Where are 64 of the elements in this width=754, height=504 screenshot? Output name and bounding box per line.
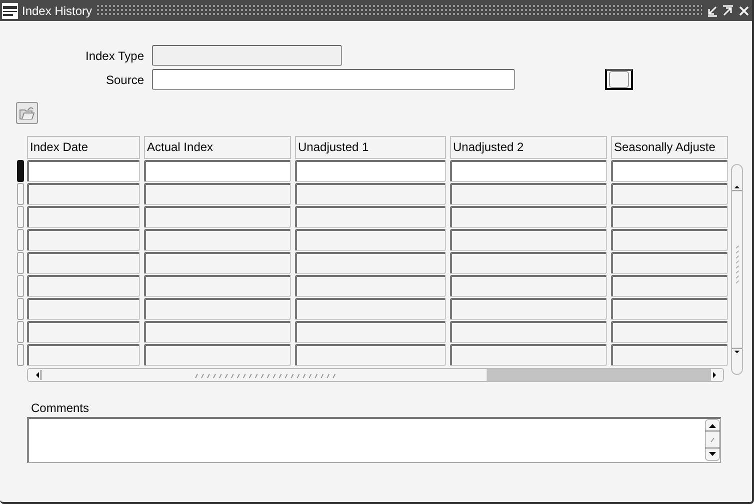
- field-label: Index Type: [84, 48, 144, 62]
- comments-field[interactable]: [27, 417, 721, 463]
- table-cell[interactable]: [611, 252, 728, 274]
- table-cell[interactable]: [144, 229, 291, 251]
- table-cell[interactable]: [295, 183, 446, 205]
- table-cell[interactable]: [450, 298, 607, 320]
- checkbox[interactable]: [605, 69, 633, 90]
- table-cell[interactable]: [27, 321, 140, 343]
- table-cell[interactable]: [450, 252, 607, 274]
- table-cell[interactable]: [295, 229, 446, 251]
- table-cell[interactable]: [450, 229, 607, 251]
- field-label: Source: [104, 72, 144, 86]
- table-cell[interactable]: [144, 298, 291, 320]
- table-cell[interactable]: [295, 160, 446, 182]
- table-cell[interactable]: [144, 160, 291, 182]
- table-cell[interactable]: [27, 160, 140, 182]
- table-cell[interactable]: [295, 321, 446, 343]
- table-cell[interactable]: [295, 344, 446, 366]
- table-cell[interactable]: [27, 252, 140, 274]
- column-header: Actual Index: [144, 136, 291, 159]
- table-cell[interactable]: [144, 321, 291, 343]
- vertical-scrollbar[interactable]: [705, 419, 720, 461]
- comments-label: Comments: [31, 401, 90, 415]
- table-cell[interactable]: [450, 275, 607, 297]
- table-cell[interactable]: [295, 275, 446, 297]
- table-cell[interactable]: [611, 275, 728, 297]
- column-header: Index Date: [27, 136, 140, 159]
- table-cell[interactable]: [27, 183, 140, 205]
- maximize-icon[interactable]: [722, 4, 734, 16]
- close-icon[interactable]: [738, 4, 750, 16]
- table-cell[interactable]: [611, 344, 728, 366]
- table-cell[interactable]: [295, 206, 446, 228]
- table-cell[interactable]: [450, 321, 607, 343]
- column-header: Unadjusted 2: [450, 136, 607, 159]
- horizontal-scrollbar[interactable]: [27, 368, 724, 382]
- table-cell[interactable]: [611, 183, 728, 205]
- column-header: Unadjusted 1: [295, 136, 446, 159]
- table-cell[interactable]: [27, 206, 140, 228]
- table-cell[interactable]: [295, 252, 446, 274]
- table-cell[interactable]: [27, 229, 140, 251]
- table-cell[interactable]: [295, 298, 446, 320]
- table-cell[interactable]: [611, 160, 728, 182]
- table-cell[interactable]: [144, 252, 291, 274]
- table-cell[interactable]: [611, 206, 728, 228]
- table-cell[interactable]: [611, 229, 728, 251]
- window-title: Index History: [22, 4, 92, 18]
- table-cell[interactable]: [450, 344, 607, 366]
- table-cell[interactable]: [144, 275, 291, 297]
- vertical-scrollbar[interactable]: [731, 164, 743, 375]
- table-cell[interactable]: [27, 344, 140, 366]
- table-cell[interactable]: [144, 206, 291, 228]
- table-cell[interactable]: [450, 183, 607, 205]
- table-cell[interactable]: [611, 321, 728, 343]
- table-cell[interactable]: [144, 183, 291, 205]
- table-cell[interactable]: [450, 206, 607, 228]
- open-folder-button[interactable]: [16, 102, 38, 124]
- table-cell[interactable]: [144, 344, 291, 366]
- input-field[interactable]: [152, 69, 515, 90]
- table-cell[interactable]: [27, 298, 140, 320]
- table-cell[interactable]: [450, 160, 607, 182]
- table-cell[interactable]: [27, 275, 140, 297]
- column-header: Seasonally Adjuste: [611, 136, 728, 159]
- minimize-icon[interactable]: [706, 4, 718, 16]
- table-cell[interactable]: [611, 298, 728, 320]
